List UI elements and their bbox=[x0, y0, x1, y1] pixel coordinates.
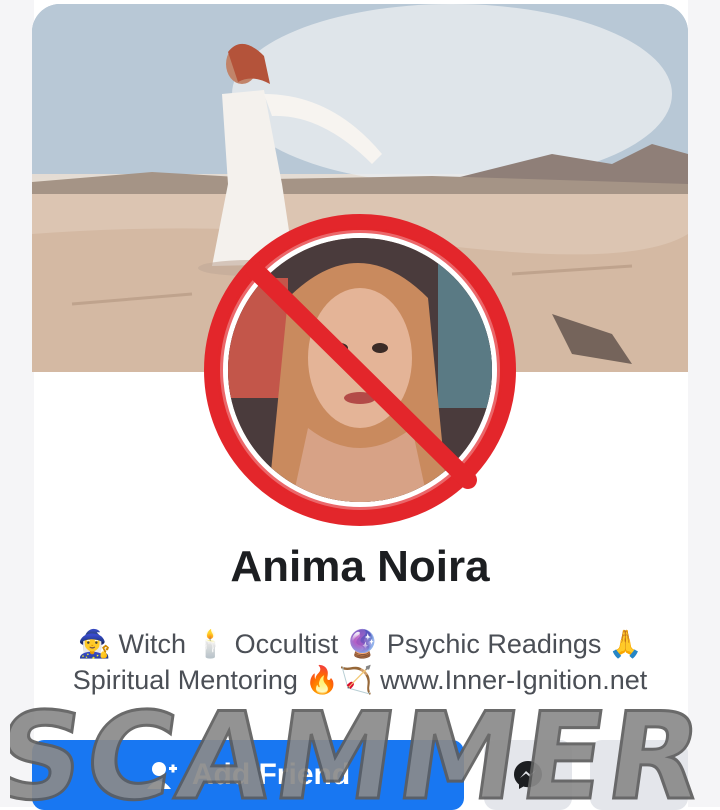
add-friend-button[interactable]: Add Friend bbox=[32, 740, 464, 810]
profile-picture[interactable] bbox=[200, 210, 520, 530]
messenger-icon bbox=[514, 761, 542, 789]
profile-name: Anima Noira bbox=[230, 542, 490, 591]
bio-line-2: Spiritual Mentoring 🔥🏹 www.Inner-Ignitio… bbox=[72, 665, 648, 695]
add-friend-label: Add Friend bbox=[191, 758, 351, 791]
message-button[interactable] bbox=[484, 740, 572, 810]
prohibited-icon bbox=[204, 214, 516, 526]
more-options-button[interactable] bbox=[590, 740, 688, 810]
page-gutter-left bbox=[0, 0, 34, 807]
person-add-icon bbox=[146, 762, 177, 789]
profile-bio: 🧙‍♀️ Witch 🕯️ Occultist 🔮 Psychic Readin… bbox=[40, 626, 680, 698]
bio-line-1: 🧙‍♀️ Witch 🕯️ Occultist 🔮 Psychic Readin… bbox=[77, 629, 643, 659]
page-gutter-right bbox=[688, 0, 720, 807]
